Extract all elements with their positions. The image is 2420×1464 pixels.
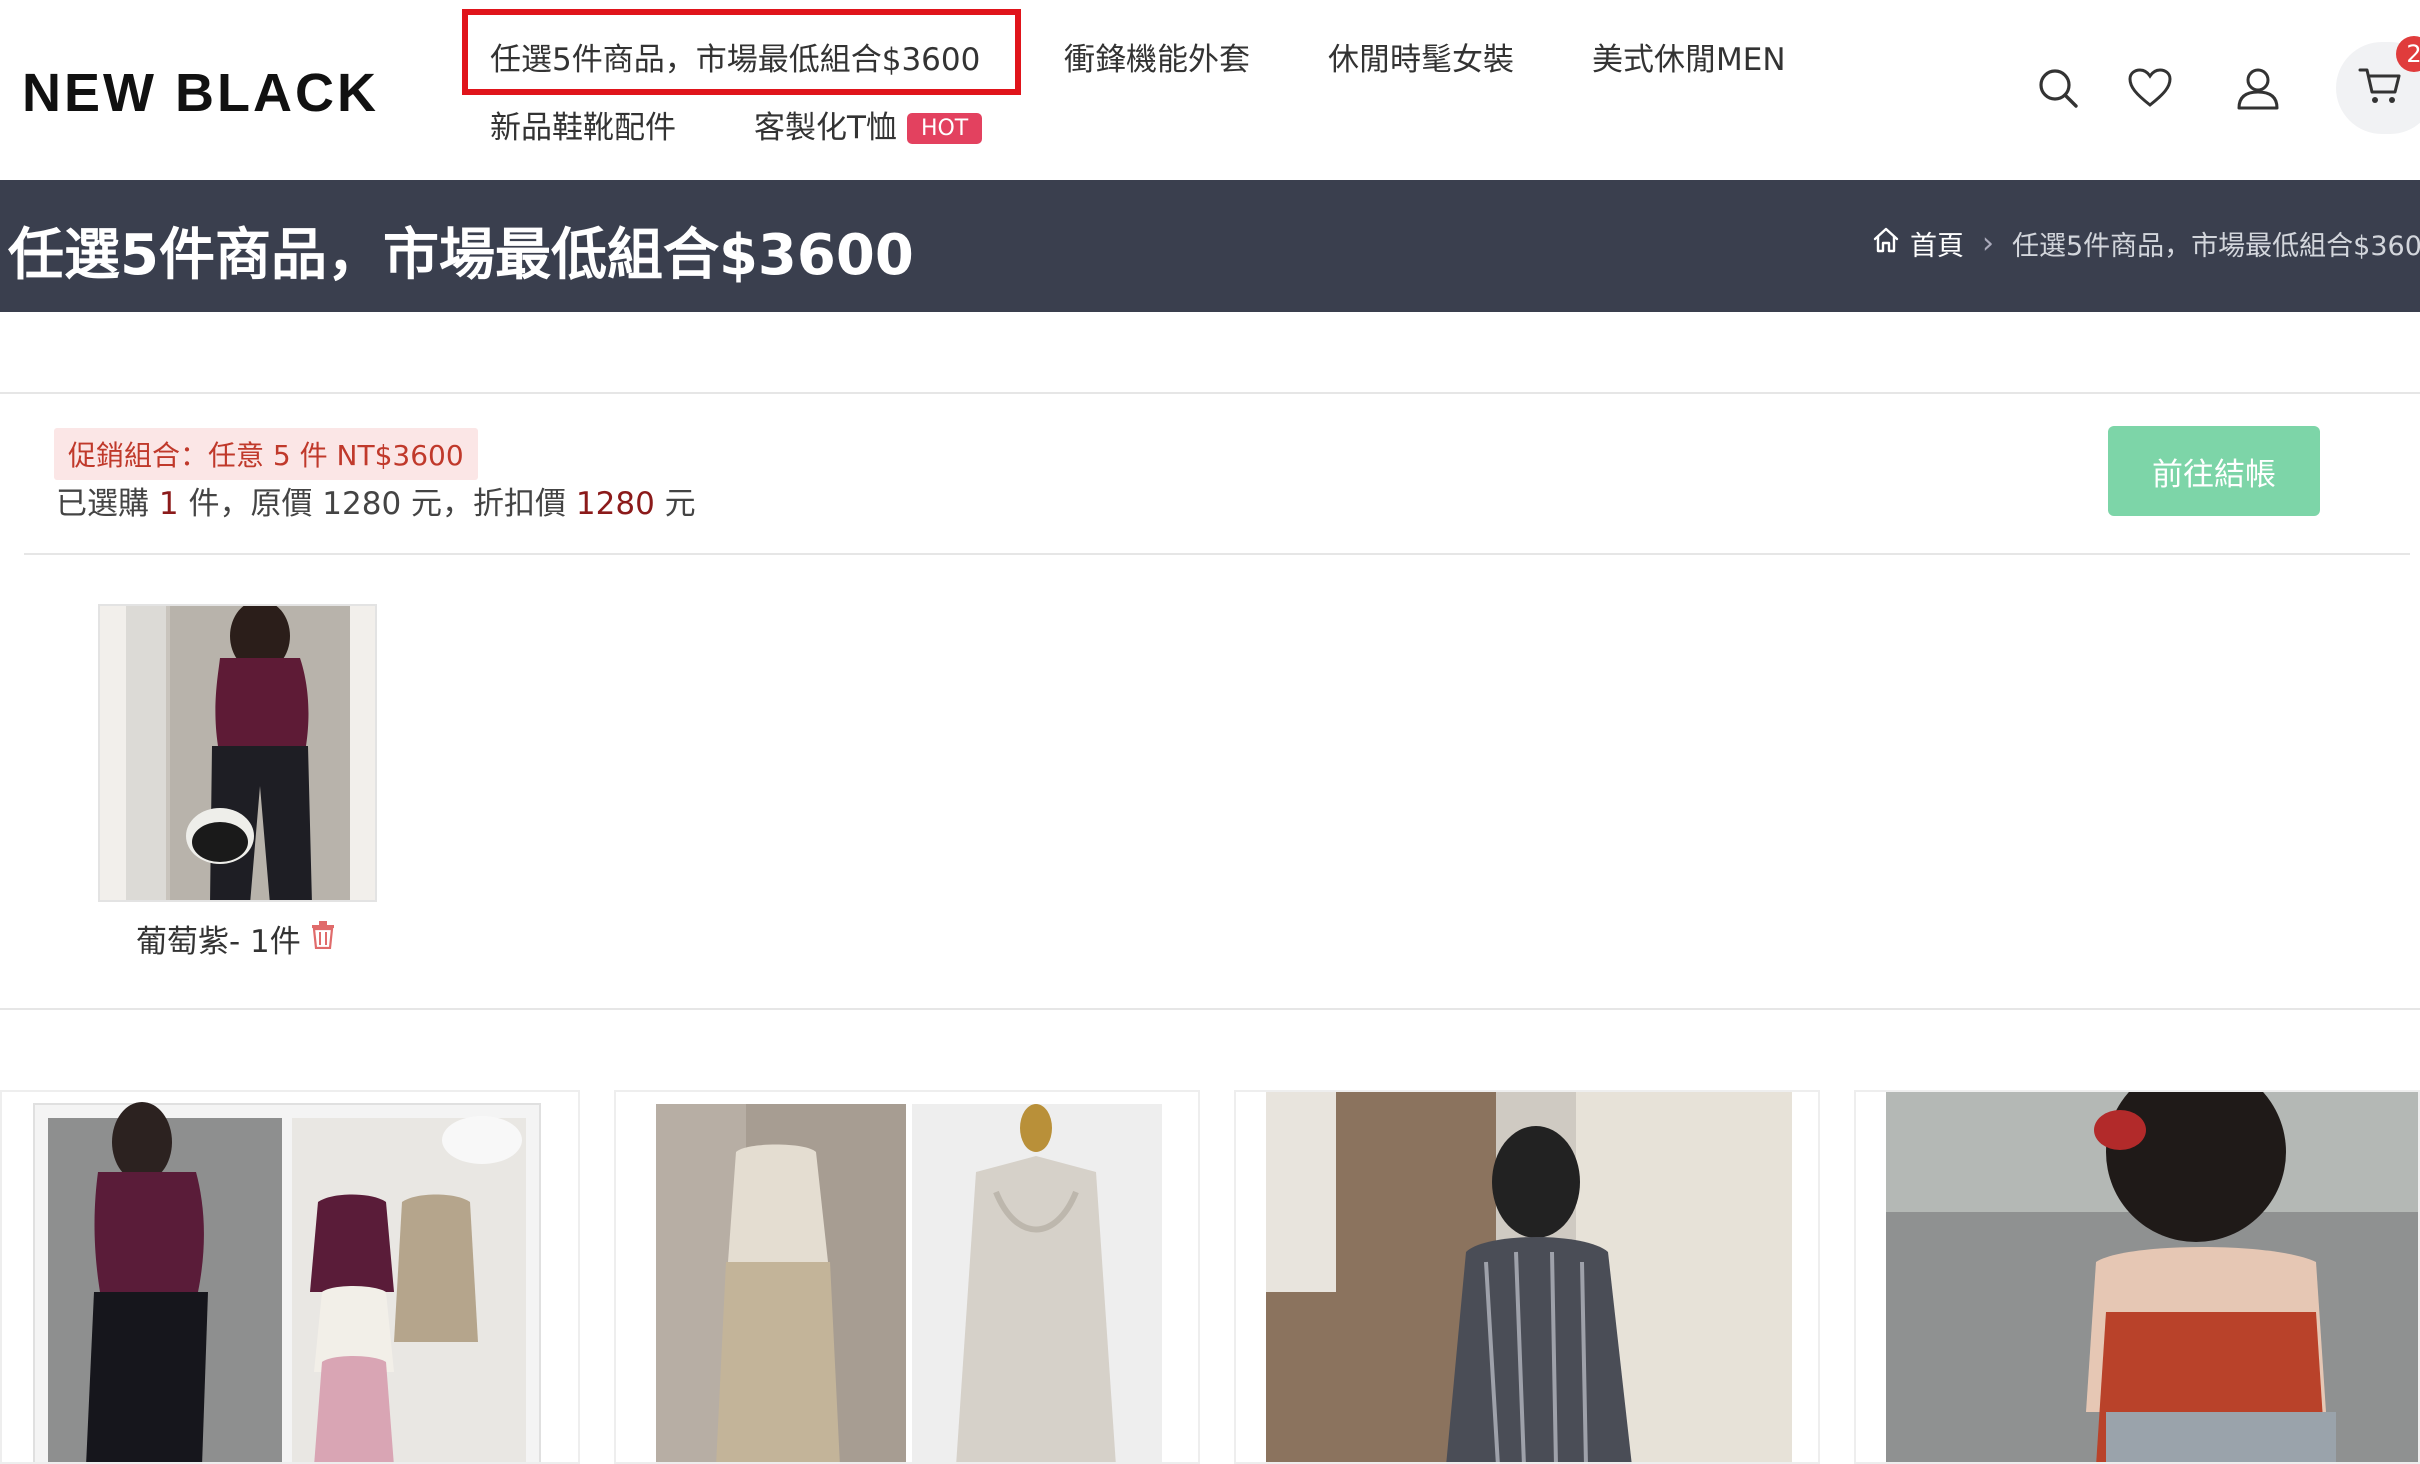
discount-price: 1280: [575, 486, 655, 522]
user-icon[interactable]: [2230, 60, 2286, 116]
summary-mid: 件，原價 1280 元，折扣價: [178, 486, 576, 522]
nav-item-shoes-accessories[interactable]: 新品鞋靴配件: [490, 102, 676, 147]
section-divider-2: [0, 1008, 2420, 1010]
breadcrumb-current: 任選5件商品，市場最低組合$3600: [2012, 231, 2420, 262]
home-icon[interactable]: [1872, 226, 1900, 261]
summary-prefix: 已選購: [56, 486, 159, 522]
product-card[interactable]: [614, 1090, 1200, 1464]
product-image: [616, 1092, 1198, 1462]
cart-icon: [2358, 66, 2402, 110]
product-image: [1856, 1092, 2418, 1462]
nav-item-bundle-deal[interactable]: 任選5件商品，市場最低組合$3600: [490, 34, 980, 79]
product-card[interactable]: [1234, 1090, 1820, 1464]
selected-count: 1: [158, 486, 179, 522]
breadcrumb: 首頁 › 任選5件商品，市場最低組合$3600: [1872, 224, 2420, 263]
nav-item-custom-tshirt-label: 客製化T恤: [754, 110, 897, 146]
selected-item-photo: [100, 606, 375, 900]
nav-item-custom-tshirt[interactable]: 客製化T恤 HOT: [754, 102, 983, 147]
site-header: NEW BLACK 任選5件商品，市場最低組合$3600 衝鋒機能外套 休閒時髦…: [0, 0, 2420, 180]
product-card[interactable]: [0, 1090, 580, 1464]
breadcrumb-chevron-icon: ›: [1982, 226, 1994, 261]
section-divider: [0, 392, 2420, 394]
selected-item-thumbnail[interactable]: [98, 604, 377, 902]
search-icon[interactable]: [2030, 60, 2086, 116]
product-card[interactable]: [1854, 1090, 2420, 1464]
site-logo[interactable]: NEW BLACK: [22, 62, 379, 124]
product-image: [1236, 1092, 1818, 1462]
page-title: 任選5件商品，市場最低組合$3600: [8, 223, 914, 288]
hot-badge: HOT: [906, 113, 983, 144]
promo-tag: 促銷組合：任意 5 件 NT$3600: [54, 428, 478, 480]
promo-summary: 已選購 1 件，原價 1280 元，折扣價 1280 元: [56, 478, 696, 523]
trash-icon[interactable]: [311, 920, 335, 957]
page-title-banner: 任選5件商品，市場最低組合$3600 首頁 › 任選5件商品，市場最低組合$36…: [0, 180, 2420, 312]
heart-icon[interactable]: [2122, 60, 2178, 116]
selected-item-label: 葡萄紫- 1件: [136, 916, 335, 961]
nav-item-mens[interactable]: 美式休閒MEN: [1592, 34, 1786, 79]
nav-item-jackets[interactable]: 衝鋒機能外套: [1064, 34, 1250, 79]
selected-item-text: 葡萄紫- 1件: [136, 924, 301, 960]
breadcrumb-home-link[interactable]: 首頁: [1910, 224, 1964, 263]
checkout-button[interactable]: 前往結帳: [2108, 426, 2320, 516]
promo-divider: [24, 553, 2410, 555]
product-image: [2, 1092, 578, 1462]
nav-item-womens[interactable]: 休閒時髦女裝: [1328, 34, 1514, 79]
summary-suffix: 元: [654, 486, 696, 522]
